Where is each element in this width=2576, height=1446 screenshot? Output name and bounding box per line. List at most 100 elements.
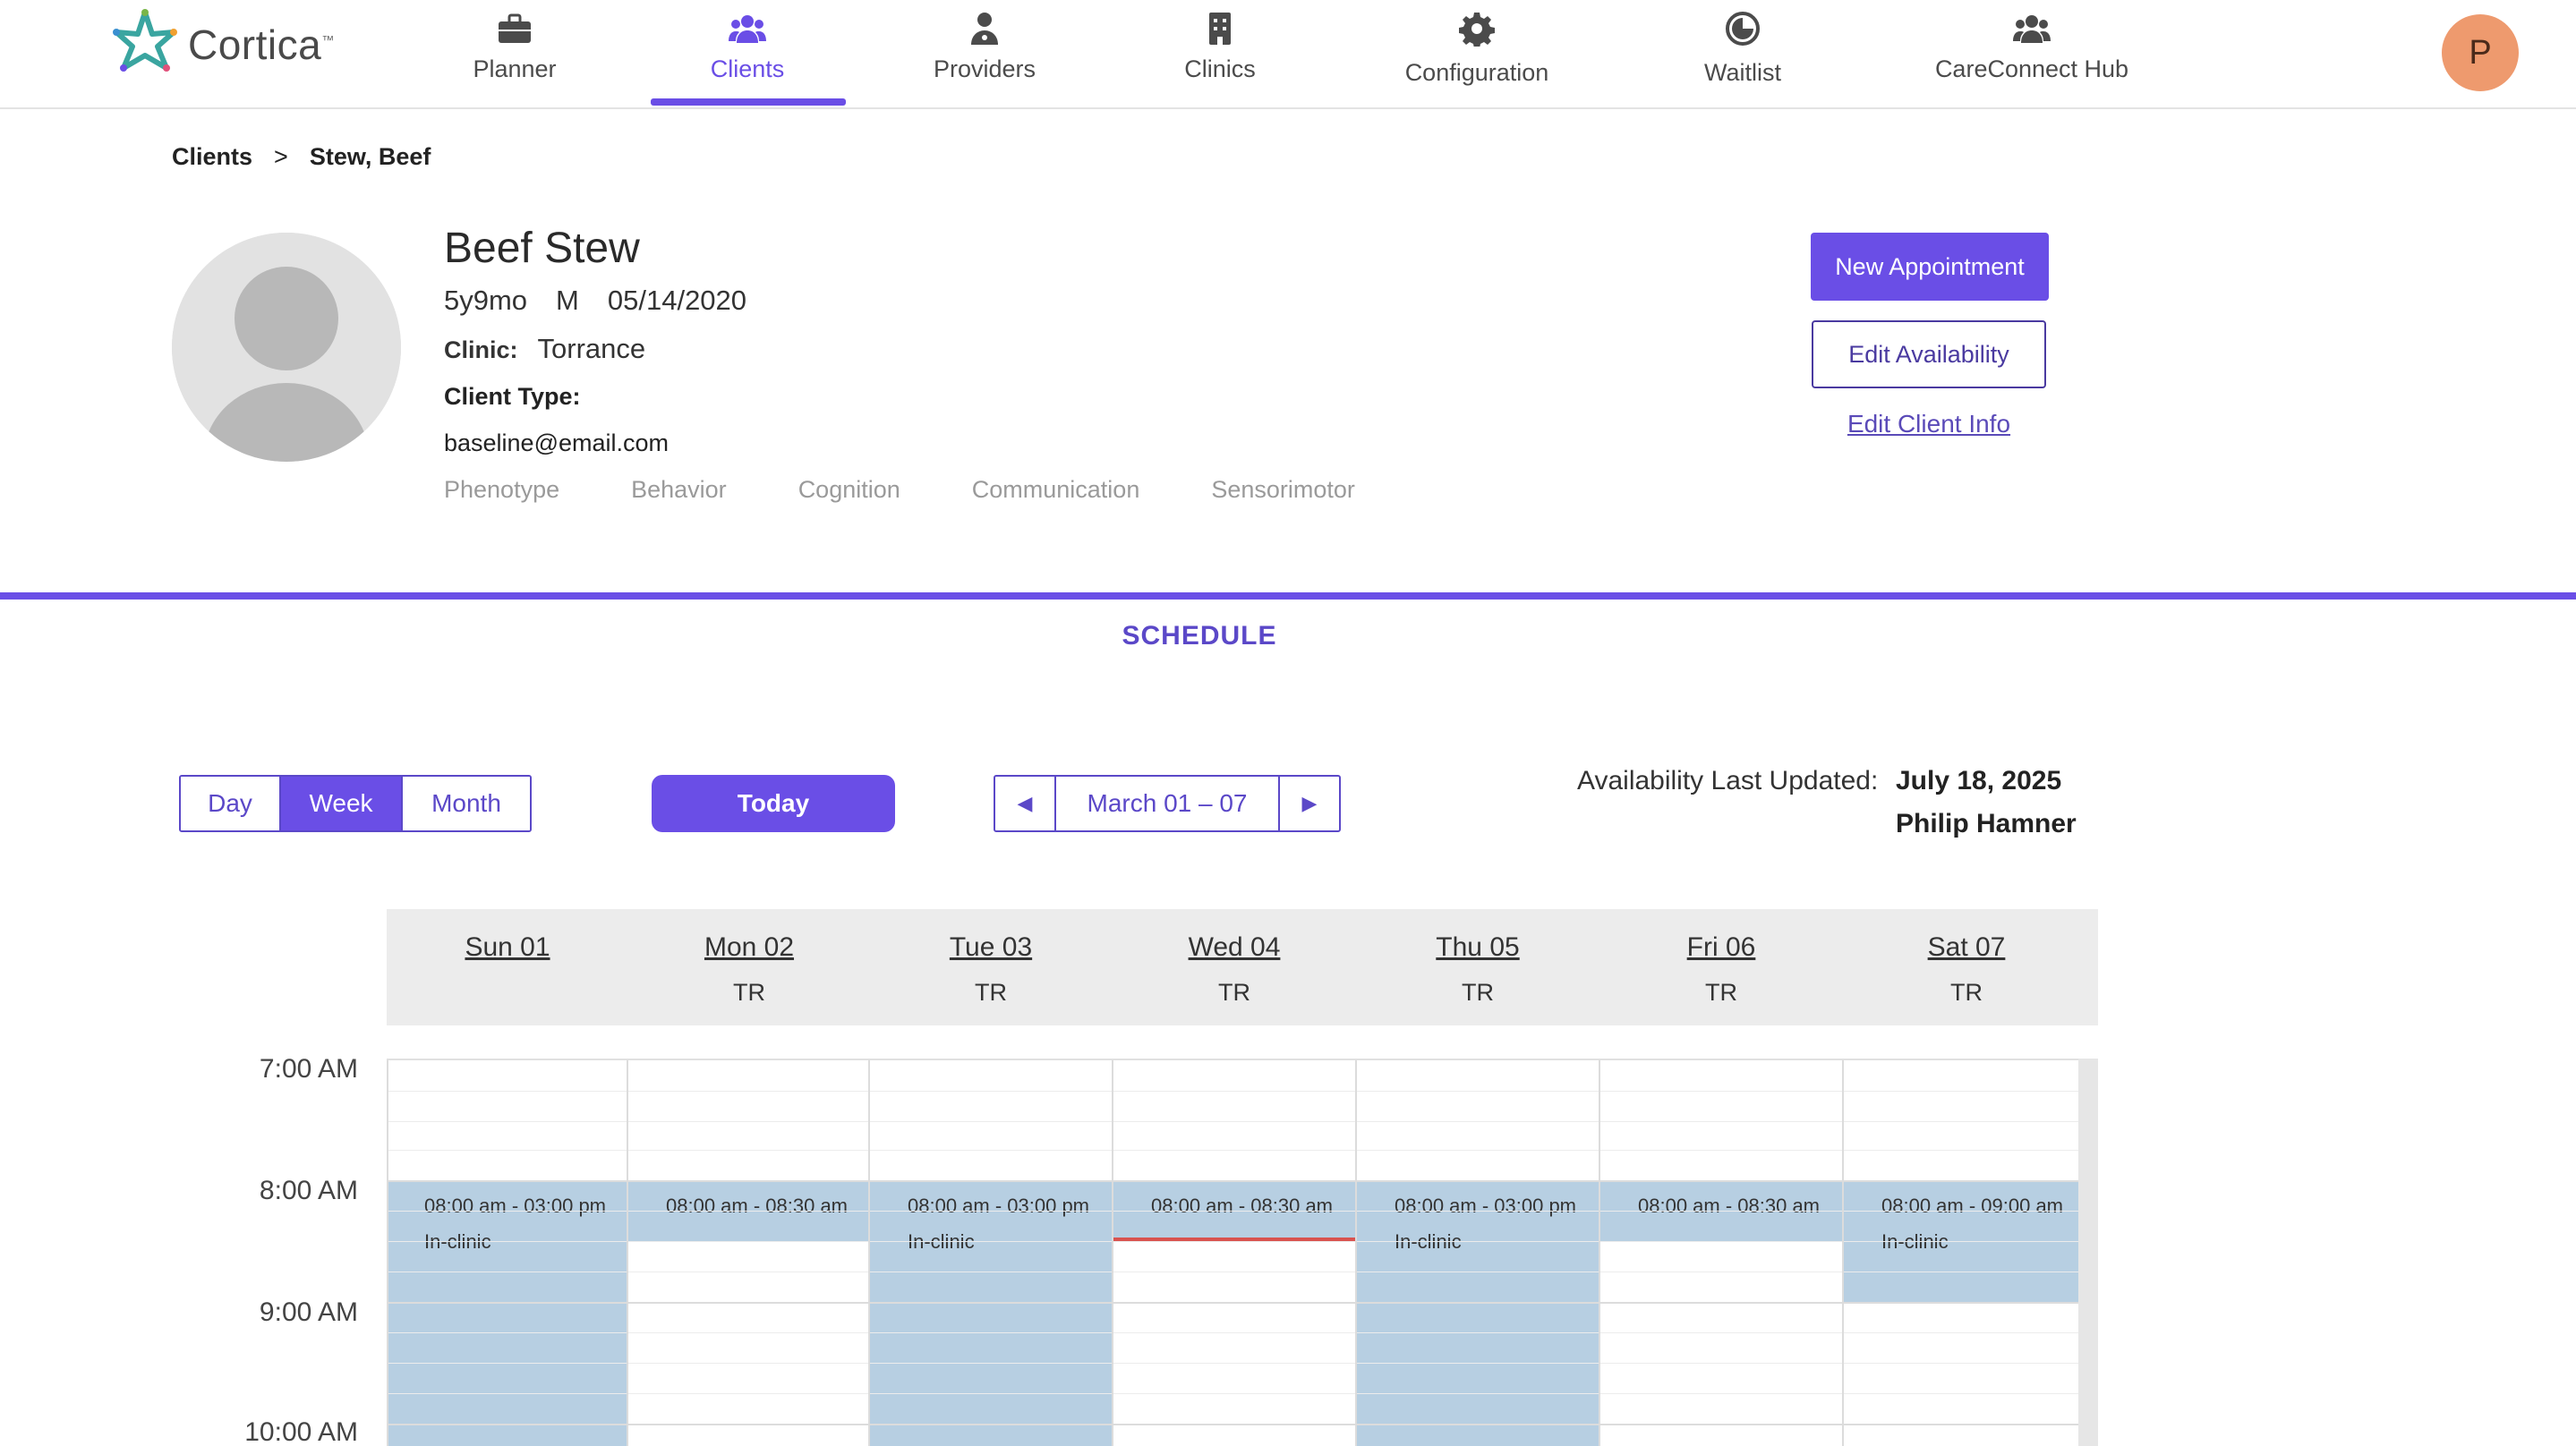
breadcrumb: Clients > Stew, Beef bbox=[172, 143, 431, 171]
day-name[interactable]: Mon 02 bbox=[628, 932, 870, 963]
users-icon bbox=[728, 11, 767, 47]
grid-slot-line bbox=[387, 1332, 2078, 1333]
tag-cognition[interactable]: Cognition bbox=[798, 476, 900, 504]
user-avatar[interactable]: P bbox=[2442, 14, 2519, 91]
nav-label: Providers bbox=[933, 55, 1036, 82]
day-name[interactable]: Sat 07 bbox=[1846, 932, 2087, 963]
time-label: 7:00 AM bbox=[259, 1054, 358, 1084]
grid-column-line bbox=[1355, 1060, 1357, 1446]
client-type-label: Client Type: bbox=[444, 383, 581, 410]
grid-column-line bbox=[627, 1060, 628, 1446]
day-header[interactable]: Sat 07 TR bbox=[1846, 909, 2087, 1025]
nav-label: CareConnect Hub bbox=[1934, 55, 2129, 82]
day-name[interactable]: Wed 04 bbox=[1113, 932, 1355, 963]
grid-slot-line bbox=[387, 1363, 2078, 1364]
tag-behavior[interactable]: Behavior bbox=[631, 476, 727, 504]
day-header[interactable]: Thu 05 TR bbox=[1357, 909, 1599, 1025]
grid-slot-line bbox=[387, 1393, 2078, 1394]
caret-left-icon: ◀ bbox=[1017, 792, 1033, 814]
nav-clinics[interactable]: Clinics bbox=[1153, 0, 1287, 106]
nav-planner[interactable]: Planner bbox=[448, 0, 582, 106]
edit-availability-button[interactable]: Edit Availability bbox=[1812, 320, 2046, 388]
nav-waitlist[interactable]: Waitlist bbox=[1676, 0, 1810, 106]
breadcrumb-current: Stew, Beef bbox=[309, 143, 431, 170]
default-person-icon bbox=[172, 233, 401, 462]
availability-block[interactable]: 08:00 am - 03:00 pm In-clinic bbox=[870, 1180, 1112, 1446]
client-demographics: 5y9mo M 05/14/2020 bbox=[444, 285, 746, 317]
tag-sensorimotor[interactable]: Sensorimotor bbox=[1211, 476, 1355, 504]
day-header[interactable]: Tue 03 TR bbox=[870, 909, 1112, 1025]
availability-type: In-clinic bbox=[1395, 1230, 1462, 1253]
clock-icon bbox=[1723, 11, 1762, 47]
cortica-logo[interactable]: Cortica™ bbox=[113, 9, 335, 81]
time-label: 9:00 AM bbox=[259, 1297, 358, 1327]
schedule-title: SCHEDULE bbox=[1122, 621, 1277, 651]
day-header[interactable]: Fri 06 TR bbox=[1600, 909, 1842, 1025]
grid-hour-line bbox=[387, 1302, 2078, 1304]
new-appointment-button[interactable]: New Appointment bbox=[1811, 233, 2049, 301]
client-clinic-row: Clinic: Torrance bbox=[444, 333, 645, 365]
grid-slot-line bbox=[387, 1091, 2078, 1092]
day-name[interactable]: Thu 05 bbox=[1357, 932, 1599, 963]
previous-week-button[interactable]: ◀ bbox=[995, 777, 1054, 830]
nav-label: Planner bbox=[473, 55, 557, 82]
grid-column-line bbox=[868, 1060, 870, 1446]
availability-updated-by: Philip Hamner bbox=[1896, 809, 2077, 838]
grid-slot-line bbox=[387, 1121, 2078, 1122]
time-label: 10:00 AM bbox=[244, 1417, 358, 1446]
time-label: 8:00 AM bbox=[259, 1176, 358, 1205]
client-name: Beef Stew bbox=[444, 225, 640, 272]
group-icon bbox=[2012, 11, 2051, 47]
availability-time: 08:00 am - 08:30 am bbox=[666, 1195, 849, 1217]
view-month-button[interactable]: Month bbox=[401, 777, 530, 830]
doctor-icon bbox=[965, 11, 1004, 47]
tag-communication[interactable]: Communication bbox=[972, 476, 1140, 504]
availability-block[interactable]: 08:00 am - 08:30 am bbox=[1113, 1180, 1355, 1239]
client-email: baseline@email.com bbox=[444, 430, 670, 456]
caret-right-icon: ▶ bbox=[1301, 792, 1318, 814]
grid-slot-line bbox=[387, 1211, 2078, 1212]
availability-time: 08:00 am - 08:30 am bbox=[1638, 1195, 1821, 1217]
today-button[interactable]: Today bbox=[652, 775, 895, 832]
breadcrumb-clients-link[interactable]: Clients bbox=[172, 143, 252, 171]
view-day-button[interactable]: Day bbox=[181, 777, 281, 830]
grid-slot-line bbox=[387, 1241, 2078, 1242]
calendar-scrollbar[interactable] bbox=[2078, 1059, 2098, 1446]
availability-time: 08:00 am - 09:00 am bbox=[1881, 1195, 2064, 1217]
grid-column-line bbox=[387, 1060, 388, 1446]
nav-providers[interactable]: Providers bbox=[917, 0, 1052, 106]
next-week-button[interactable]: ▶ bbox=[1280, 777, 1339, 830]
day-clinic-code: TR bbox=[975, 979, 1007, 1006]
calendar-header: Sun 01 Mon 02 TR Tue 03 TR Wed 04 TR Thu… bbox=[387, 909, 2098, 1025]
availability-time: 08:00 am - 03:00 pm bbox=[424, 1195, 607, 1217]
day-name[interactable]: Tue 03 bbox=[870, 932, 1112, 963]
day-header[interactable]: Sun 01 bbox=[387, 909, 628, 1025]
nav-careconnect-hub[interactable]: CareConnect Hub bbox=[1906, 0, 2157, 106]
logo-text: Cortica™ bbox=[188, 21, 335, 68]
tag-phenotype[interactable]: Phenotype bbox=[444, 476, 559, 504]
day-name[interactable]: Fri 06 bbox=[1600, 932, 1842, 963]
day-name[interactable]: Sun 01 bbox=[387, 932, 628, 963]
day-header[interactable]: Mon 02 TR bbox=[628, 909, 870, 1025]
edit-client-info-link[interactable]: Edit Client Info bbox=[1812, 410, 2046, 438]
client-tags: Phenotype Behavior Cognition Communicati… bbox=[444, 476, 1355, 504]
nav-clients[interactable]: Clients bbox=[680, 0, 815, 106]
availability-type: In-clinic bbox=[424, 1230, 491, 1253]
active-tab-indicator bbox=[651, 98, 846, 106]
availability-time: 08:00 am - 03:00 pm bbox=[1395, 1195, 1577, 1217]
date-range-navigator: ◀ March 01 – 07 ▶ bbox=[994, 775, 1341, 832]
date-range-label[interactable]: March 01 – 07 bbox=[1054, 777, 1280, 830]
view-week-button[interactable]: Week bbox=[281, 777, 401, 830]
availability-block[interactable]: 08:00 am - 03:00 pm In-clinic bbox=[387, 1180, 627, 1446]
building-icon bbox=[1200, 11, 1240, 47]
nav-label: Clients bbox=[710, 55, 785, 82]
availability-time: 08:00 am - 08:30 am bbox=[1151, 1195, 1334, 1217]
grid-column-line bbox=[1112, 1060, 1113, 1446]
week-calendar-grid[interactable]: 08:00 am - 03:00 pm In-clinic 08:00 am -… bbox=[387, 1059, 2098, 1446]
client-sex: M bbox=[556, 285, 579, 316]
client-age: 5y9mo bbox=[444, 285, 528, 316]
calendar-view-toggle: Day Week Month bbox=[179, 775, 532, 832]
availability-block[interactable]: 08:00 am - 03:00 pm In-clinic bbox=[1357, 1180, 1599, 1446]
nav-configuration[interactable]: Configuration bbox=[1387, 0, 1566, 106]
day-header[interactable]: Wed 04 TR bbox=[1113, 909, 1355, 1025]
